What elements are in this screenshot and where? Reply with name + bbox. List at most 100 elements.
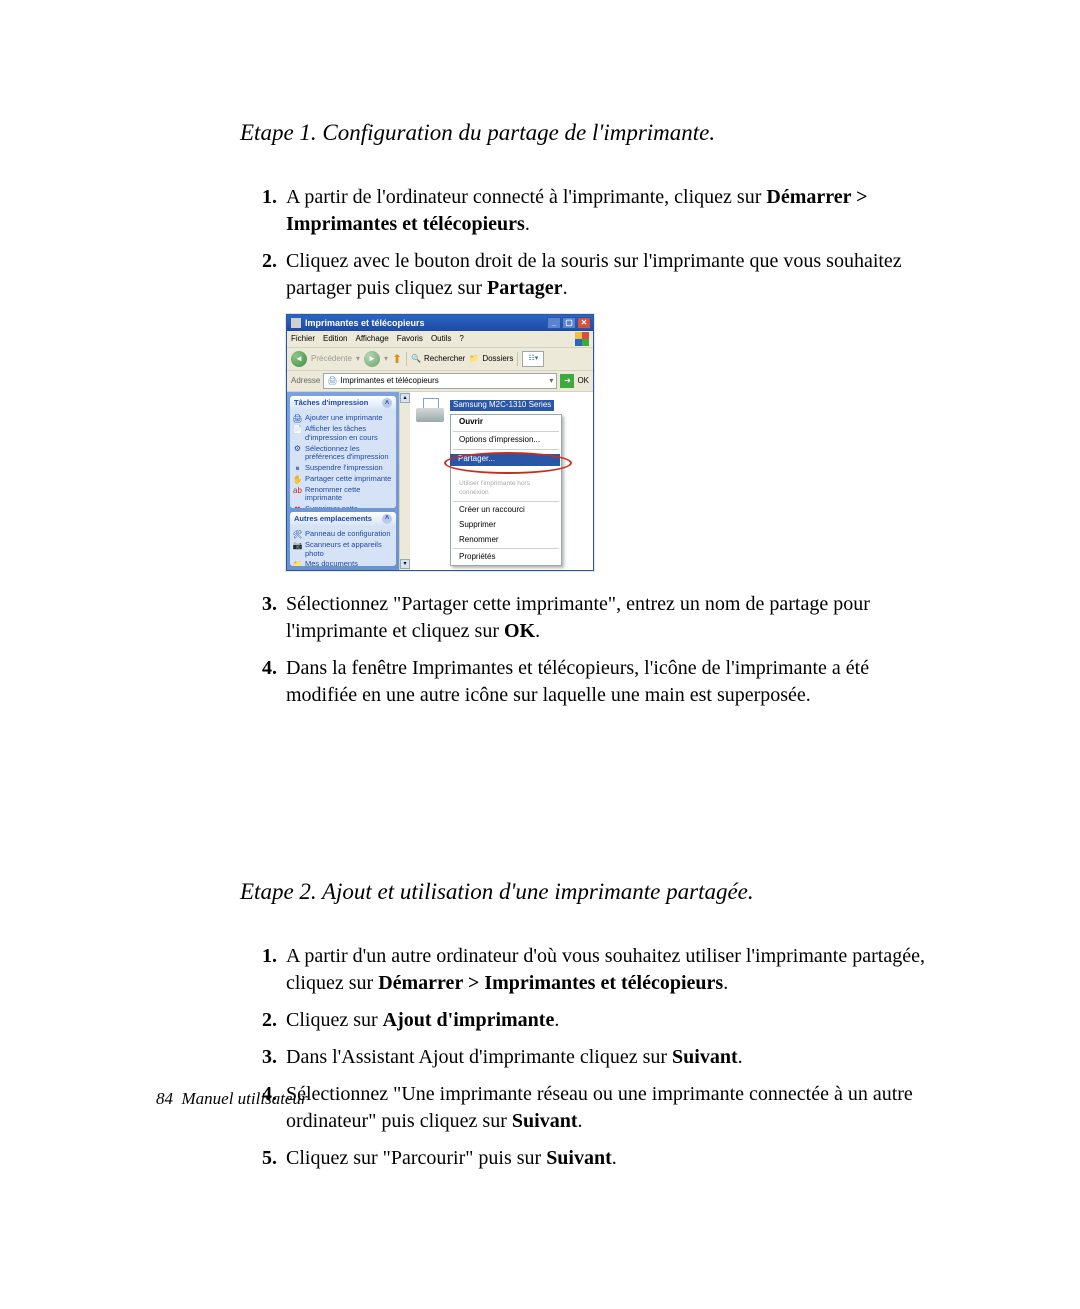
text: Cliquez sur "Parcourir" puis sur [286, 1147, 546, 1169]
ctx-share-highlighted[interactable] [451, 466, 561, 479]
collapse-icon[interactable]: ˄ [382, 398, 392, 408]
task-delete[interactable]: ✖Supprimer cette imprimante [293, 504, 393, 508]
place-my-docs[interactable]: 📁Mes documents [293, 559, 393, 566]
dropdown-icon[interactable]: ▾ [384, 354, 388, 365]
maximize-icon[interactable]: ▢ [562, 317, 576, 329]
pause-icon: ⏸ [293, 464, 302, 473]
folders-label: Dossiers [482, 354, 513, 365]
search-button[interactable]: 🔍 Rechercher [411, 354, 465, 365]
toolbar: ◄ Précédente ▾ ► ▾ ⬆ 🔍 Rechercher 📁 Doss… [287, 348, 593, 371]
menu-edition[interactable]: Edition [323, 334, 347, 345]
views-button[interactable]: ☷▾ [522, 351, 544, 367]
task-share[interactable]: ✋Partager cette imprimante [293, 474, 393, 485]
share-icon: ✋ [293, 475, 302, 484]
task-label: Supprimer cette imprimante [305, 505, 393, 508]
task-label: Suspendre l'impression [305, 464, 383, 473]
step1-item-3: Sélectionnez "Partager cette imprimante"… [282, 591, 940, 645]
printer-item-icon[interactable] [416, 398, 444, 422]
titlebar[interactable]: Imprimantes et télécopieurs _ ▢ ✕ [287, 315, 593, 331]
window-controls: _ ▢ ✕ [547, 317, 591, 329]
ctx-shortcut[interactable]: Créer un raccourci [451, 503, 561, 518]
docs-icon: 📁 [293, 560, 302, 566]
step2-list: A partir d'un autre ordinateur d'où vous… [240, 943, 940, 1172]
task-add-printer[interactable]: 🖨Ajouter une imprimante [293, 413, 393, 424]
up-folder-icon[interactable]: ⬆ [392, 351, 402, 367]
step2-item-2: Cliquez sur Ajout d'imprimante. [282, 1007, 940, 1034]
dropdown-icon[interactable]: ▾ [549, 376, 553, 387]
ctx-prefs[interactable]: Options d'impression... [451, 433, 561, 448]
ctx-delete[interactable]: Supprimer [451, 518, 561, 533]
separator [517, 352, 518, 366]
collapse-icon[interactable]: ˄ [382, 514, 392, 524]
scroll-down-icon[interactable]: ▾ [400, 559, 410, 569]
delete-icon: ✖ [293, 505, 302, 508]
printer-body-icon [416, 408, 444, 422]
back-button-label[interactable]: Précédente [311, 354, 352, 365]
bold-text: Suivant [512, 1110, 578, 1132]
step1-item-4: Dans la fenêtre Imprimantes et télécopie… [282, 655, 940, 709]
text: . [554, 1009, 559, 1031]
menu-favoris[interactable]: Favoris [397, 334, 423, 345]
windows-logo-icon [575, 332, 589, 346]
close-icon[interactable]: ✕ [577, 317, 591, 329]
folders-button[interactable]: 📁 Dossiers [469, 354, 513, 365]
text: . [612, 1147, 617, 1169]
ctx-open[interactable]: Ouvrir [451, 415, 561, 430]
text: Dans l'Assistant Ajout d'imprimante cliq… [286, 1046, 672, 1068]
text: . [738, 1046, 743, 1068]
ctx-share-text[interactable]: Partager... [458, 454, 495, 465]
text: Cliquez sur [286, 1009, 383, 1031]
text: A partir de l'ordinateur connecté à l'im… [286, 186, 766, 208]
address-label: Adresse [291, 376, 320, 387]
menu-affichage[interactable]: Affichage [355, 334, 388, 345]
tasks-panel-title: Tâches d'impression [294, 398, 368, 408]
separator [453, 431, 559, 432]
separator [453, 501, 559, 502]
prefs-icon: ⚙ [293, 445, 302, 454]
text: . [563, 277, 568, 299]
places-panel: Autres emplacements ˄ 🛠Panneau de config… [290, 512, 396, 566]
step2-title: Etape 2. Ajout et utilisation d'une impr… [240, 879, 940, 905]
menu-help[interactable]: ? [459, 334, 463, 345]
bold-text: Partager [487, 277, 563, 299]
scroll-up-icon[interactable]: ▴ [400, 393, 410, 403]
printers-window: Imprimantes et télécopieurs _ ▢ ✕ Fichie… [286, 314, 594, 571]
place-control-panel[interactable]: 🛠Panneau de configuration [293, 529, 393, 540]
places-panel-header[interactable]: Autres emplacements ˄ [290, 512, 396, 526]
ctx-rename[interactable]: Renommer [451, 533, 561, 548]
back-icon[interactable]: ◄ [291, 351, 307, 367]
go-label[interactable]: OK [577, 376, 589, 387]
task-show-jobs[interactable]: 📄Afficher les tâches d'impression en cou… [293, 424, 393, 443]
menu-outils[interactable]: Outils [431, 334, 451, 345]
task-prefs[interactable]: ⚙Sélectionnez les préférences d'impressi… [293, 444, 393, 463]
minimize-icon[interactable]: _ [547, 317, 561, 329]
tasks-panel: Tâches d'impression ˄ 🖨Ajouter une impri… [290, 396, 396, 508]
dropdown-icon[interactable]: ▾ [356, 354, 360, 365]
task-label: Partager cette imprimante [305, 475, 391, 484]
step1-item-2: Cliquez avec le bouton droit de la souri… [282, 248, 940, 571]
menu-fichier[interactable]: Fichier [291, 334, 315, 345]
place-label: Scanneurs et appareils photo [305, 541, 393, 558]
text: . [577, 1110, 582, 1132]
printers-app-icon [291, 318, 301, 328]
bold-text: Suivant [546, 1147, 612, 1169]
task-label: Renommer cette imprimante [305, 486, 393, 503]
address-field[interactable]: 🖨 Imprimantes et télécopieurs ▾ [323, 373, 557, 389]
tasks-panel-body: 🖨Ajouter une imprimante 📄Afficher les tâ… [290, 410, 396, 507]
printer-item-label-selected[interactable]: Samsung M2C-1310 Series [450, 400, 554, 411]
go-icon[interactable]: ➔ [560, 374, 574, 388]
ctx-offline[interactable]: Utiliser l'imprimante hors connexion [451, 478, 561, 500]
search-label: Rechercher [424, 354, 465, 365]
window-title: Imprimantes et télécopieurs [305, 317, 547, 329]
bold-text: Démarrer > Imprimantes et télécopieurs [378, 972, 723, 994]
task-pause[interactable]: ⏸Suspendre l'impression [293, 463, 393, 474]
left-scrollbar[interactable]: ▴ ▾ [399, 392, 410, 570]
step2-item-3: Dans l'Assistant Ajout d'imprimante cliq… [282, 1044, 940, 1071]
tasks-panel-header[interactable]: Tâches d'impression ˄ [290, 396, 396, 410]
place-scanners[interactable]: 📷Scanneurs et appareils photo [293, 540, 393, 559]
ctx-props[interactable]: Propriétés [451, 550, 561, 565]
forward-icon[interactable]: ► [364, 351, 380, 367]
text: . [723, 972, 728, 994]
right-pane[interactable]: Samsung M2C-1310 Series Ouvrir Options d… [410, 392, 593, 570]
task-rename[interactable]: abRenommer cette imprimante [293, 485, 393, 504]
